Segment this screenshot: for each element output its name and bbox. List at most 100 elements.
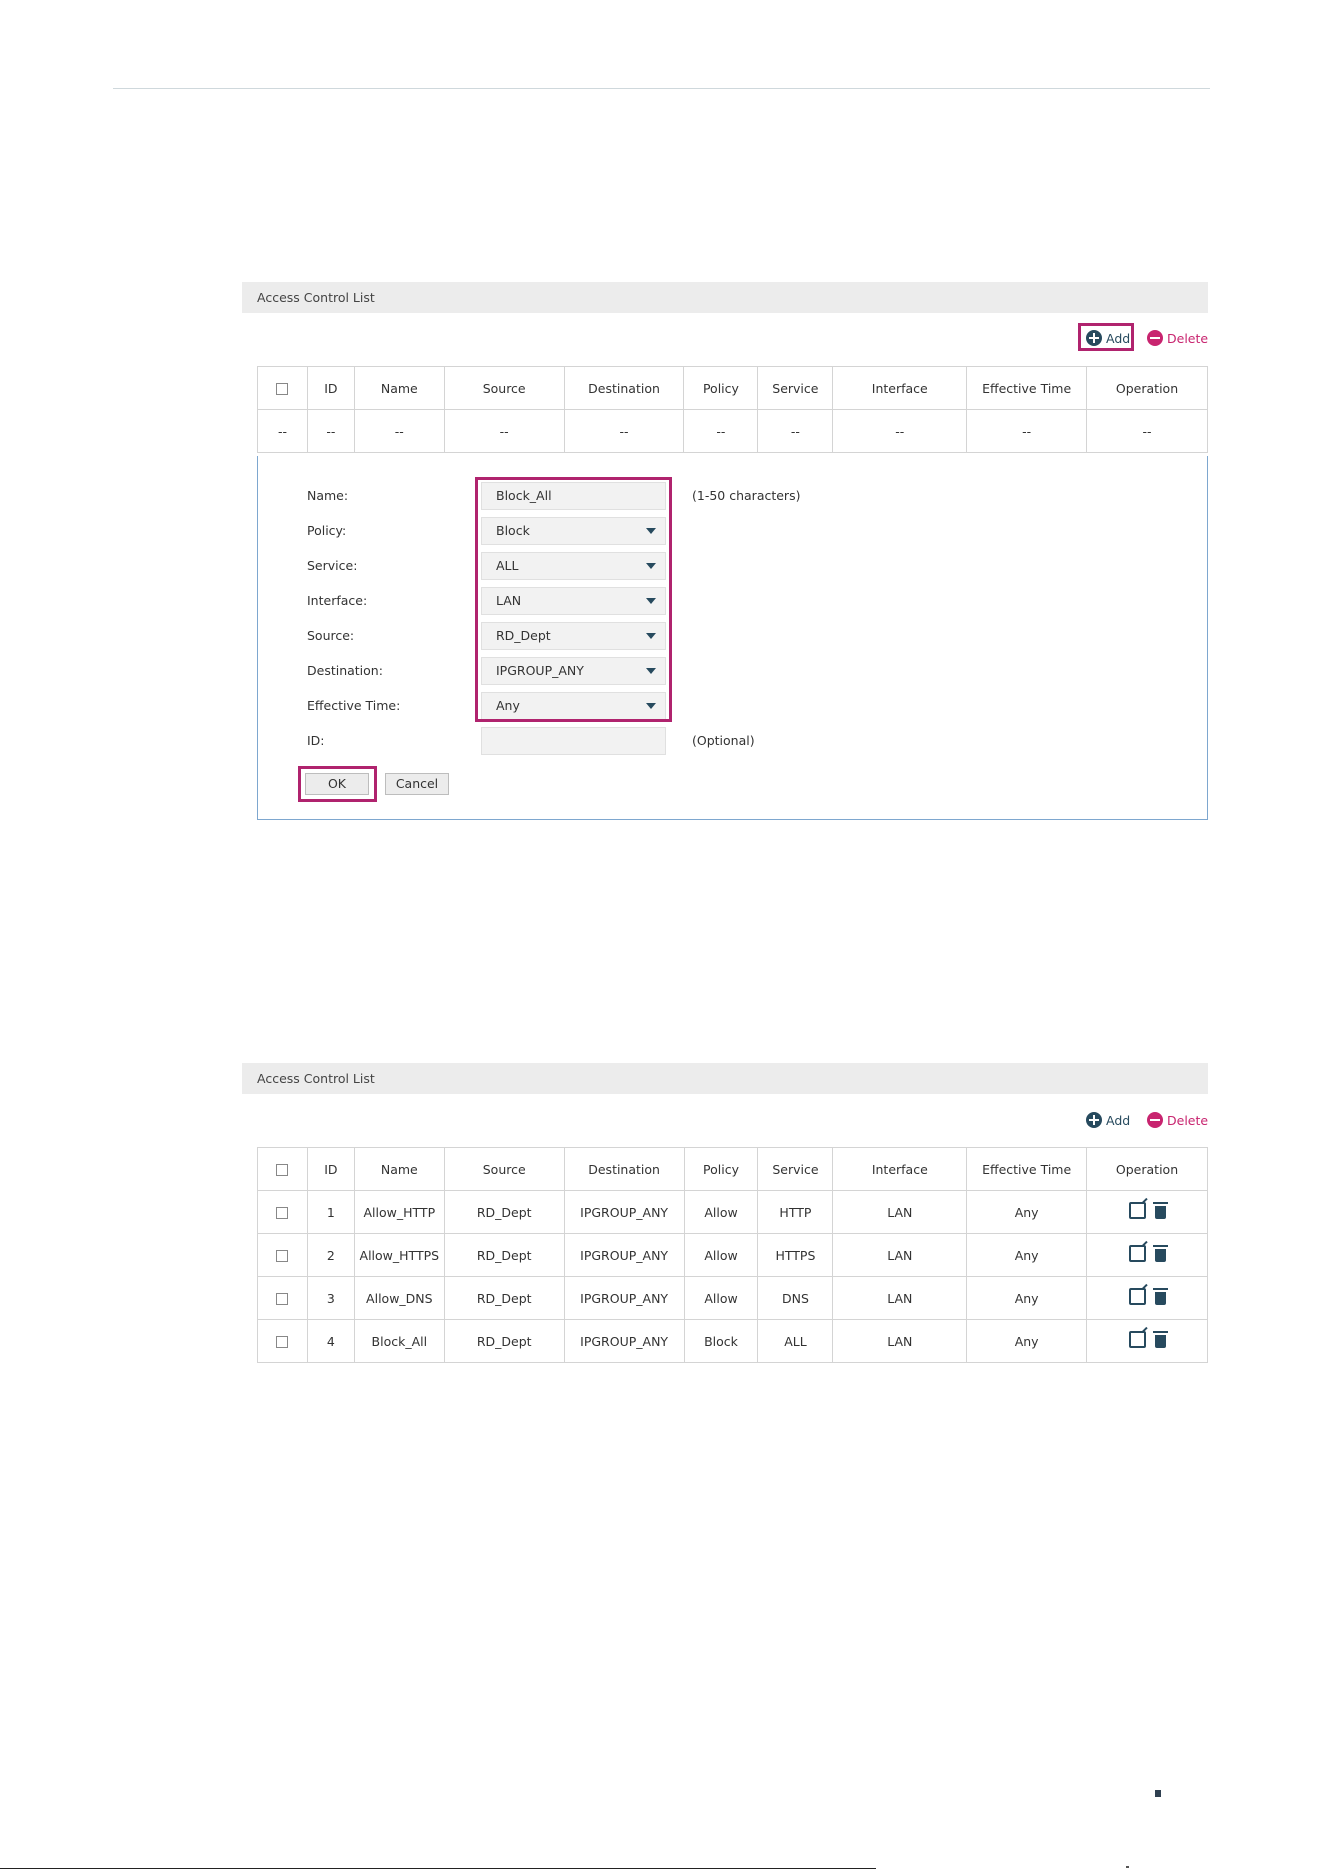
edit-icon[interactable] [1128,1288,1146,1305]
cell-policy: Allow [683,1276,759,1320]
cell-source: RD_Dept [443,1319,565,1363]
toolbar: Add Delete [242,1094,1208,1144]
row-select-cell[interactable] [257,1233,308,1277]
destination-label: Destination: [307,663,383,678]
edit-icon[interactable] [1128,1202,1146,1219]
cell-effective-time: Any [966,1233,1088,1277]
row-checkbox[interactable] [276,1293,289,1305]
minus-circle-icon [1147,330,1163,346]
empty-cell: -- [1086,409,1208,453]
fields-highlight [475,477,672,722]
select-all-checkbox[interactable] [276,383,289,395]
empty-cell: -- [683,409,759,453]
cell-source: RD_Dept [443,1190,565,1234]
add-highlight [1078,323,1134,351]
cell-service: HTTP [757,1190,834,1234]
header-service: Service [757,366,834,410]
add-entry-form: Name: Block_All (1-50 characters) Policy… [257,456,1208,820]
minus-circle-icon [1147,1112,1163,1128]
edit-icon[interactable] [1128,1331,1146,1348]
effective-time-row: Effective Time: Any [258,692,1207,722]
trash-icon[interactable] [1152,1201,1168,1219]
cell-name: Allow_HTTP [353,1190,445,1234]
delete-button[interactable]: Delete [1147,330,1208,346]
add-label: Add [1106,1112,1131,1128]
trash-icon[interactable] [1152,1244,1168,1262]
cell-service: DNS [757,1276,834,1320]
row-select-cell[interactable] [257,1276,308,1320]
row-select-cell[interactable] [257,1190,308,1234]
cell-operation [1086,1276,1208,1320]
empty-cell: -- [832,409,968,453]
row-select-cell[interactable] [257,1319,308,1363]
acl-panel-list: Access Control List Add Delete ID Name S… [242,1063,1208,1363]
cancel-button[interactable]: Cancel [385,773,449,795]
empty-row: -- -- -- -- -- -- -- -- -- -- [257,409,1208,453]
name-row: Name: Block_All (1-50 characters) [258,482,1207,512]
cell-destination: IPGROUP_ANY [563,1233,685,1277]
cell-source: RD_Dept [443,1276,565,1320]
header-service: Service [757,1147,834,1191]
empty-cell: -- [306,409,355,453]
cell-name: Allow_HTTPS [353,1233,445,1277]
header-destination: Destination [563,366,685,410]
cell-id: 2 [306,1233,355,1277]
header-effective-time: Effective Time [966,366,1088,410]
cell-id: 4 [306,1319,355,1363]
service-label: Service: [307,558,358,573]
cell-id: 1 [306,1190,355,1234]
empty-cell: -- [353,409,445,453]
source-label: Source: [307,628,355,643]
cell-destination: IPGROUP_ANY [563,1276,685,1320]
id-label: ID: [307,733,325,748]
cell-name: Allow_DNS [353,1276,445,1320]
header-interface: Interface [832,1147,968,1191]
policy-row: Policy: Block [258,517,1207,547]
select-all-cell[interactable] [257,1147,308,1191]
trash-icon[interactable] [1152,1287,1168,1305]
cell-interface: LAN [832,1276,968,1320]
select-all-checkbox[interactable] [276,1164,289,1176]
cell-interface: LAN [832,1190,968,1234]
acl-table: ID Name Source Destination Policy Servic… [257,366,1208,453]
id-input[interactable] [481,727,666,755]
id-row: ID: (Optional) [258,727,1207,757]
empty-cell: -- [966,409,1088,453]
delete-button[interactable]: Delete [1147,1112,1208,1128]
trash-icon[interactable] [1152,1330,1168,1348]
add-button[interactable]: Add [1086,1112,1130,1128]
name-label: Name: [307,488,349,503]
cell-operation [1086,1233,1208,1277]
toolbar: Add Delete [242,313,1208,363]
cell-interface: LAN [832,1319,968,1363]
page-marker [1155,1790,1161,1797]
source-row: Source: RD_Dept [258,622,1207,652]
id-hint: (Optional) [692,733,755,748]
cell-id: 3 [306,1276,355,1320]
row-checkbox[interactable] [276,1336,289,1348]
interface-label: Interface: [307,593,368,608]
header-id: ID [306,366,355,410]
cell-destination: IPGROUP_ANY [563,1190,685,1234]
cell-effective-time: Any [966,1276,1088,1320]
delete-label: Delete [1167,1112,1209,1128]
panel-title: Access Control List [242,282,1208,313]
cell-effective-time: Any [966,1190,1088,1234]
header-operation: Operation [1086,366,1208,410]
empty-cell: -- [757,409,834,453]
cell-operation [1086,1319,1208,1363]
row-checkbox[interactable] [276,1250,289,1262]
table-row: 4 Block_All RD_Dept IPGROUP_ANY Block AL… [257,1319,1208,1363]
destination-row: Destination: IPGROUP_ANY [258,657,1207,687]
row-checkbox[interactable] [276,1207,289,1219]
acl-panel-add-form: Access Control List Add Delete ID Name S… [242,282,1208,820]
table-header-row: ID Name Source Destination Policy Servic… [257,1147,1208,1191]
interface-row: Interface: LAN [258,587,1207,617]
edit-icon[interactable] [1128,1245,1146,1262]
select-all-cell[interactable] [257,366,308,410]
header-policy: Policy [683,366,759,410]
cell-policy: Block [683,1319,759,1363]
cell-service: ALL [757,1319,834,1363]
table-row: 2 Allow_HTTPS RD_Dept IPGROUP_ANY Allow … [257,1233,1208,1277]
bottom-rule [0,1868,876,1869]
